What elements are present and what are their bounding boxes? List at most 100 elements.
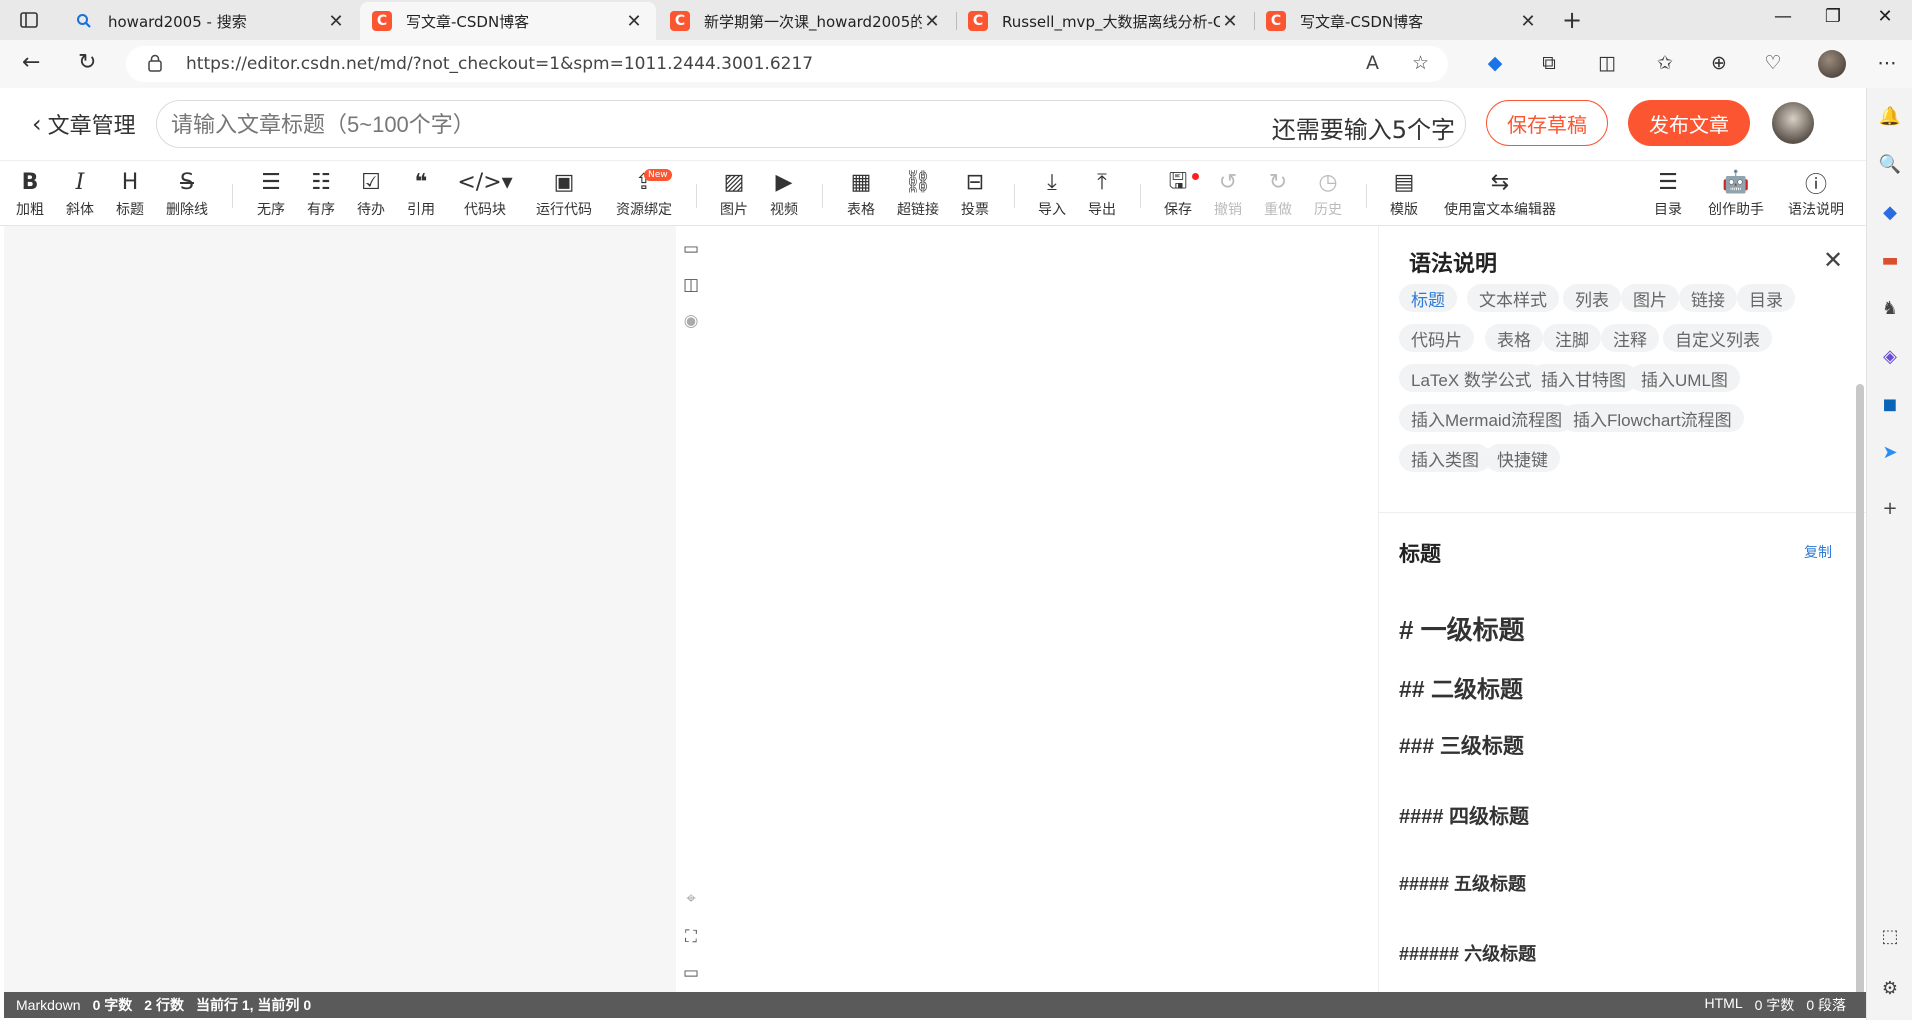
ordered-list-button[interactable]: ☷ 有序 (303, 161, 339, 227)
syntax-tag[interactable]: 插入Mermaid流程图 (1399, 404, 1575, 432)
favorite-star-icon[interactable]: ☆ (1412, 52, 1429, 74)
collections-icon[interactable]: ⊕ (1706, 50, 1732, 76)
creation-assistant-button[interactable]: 🤖 创作助手 (1704, 161, 1768, 227)
editor-only-view-icon[interactable]: ▭ (680, 238, 702, 260)
more-menu-icon[interactable]: ⋯ (1874, 50, 1900, 76)
unordered-list-button[interactable]: ☰ 无序 (253, 161, 289, 227)
vote-button[interactable]: ⊟ 投票 (957, 161, 993, 227)
syntax-tag[interactable]: 列表 (1563, 284, 1621, 312)
tab-close-icon[interactable]: ✕ (326, 11, 346, 32)
markdown-editor[interactable] (4, 226, 676, 992)
search-icon[interactable]: 🔍 (1878, 152, 1902, 176)
syntax-tag[interactable]: 标题 (1399, 284, 1457, 312)
send-icon[interactable]: ➤ (1878, 440, 1902, 464)
redo-button[interactable]: ↻ 重做 (1260, 161, 1296, 227)
syntax-tag[interactable]: 代码片 (1399, 324, 1474, 352)
address-bar[interactable]: https://editor.csdn.net/md/?not_checkout… (126, 46, 1448, 82)
panel-scrollbar[interactable] (1856, 384, 1864, 1008)
screenshot-icon[interactable]: ⬚ (1878, 924, 1902, 948)
publish-button[interactable]: 发布文章 (1628, 100, 1750, 146)
read-aloud-icon[interactable]: A (1366, 52, 1379, 74)
lock-icon[interactable] (148, 54, 162, 72)
import-button[interactable]: ⤓ 导入 (1034, 161, 1070, 227)
quote-button[interactable]: ❝ 引用 (403, 161, 439, 227)
fullscreen-icon[interactable]: ⛶ (680, 926, 702, 948)
syntax-tag[interactable]: 插入UML图 (1629, 364, 1740, 392)
syntax-tag[interactable]: 链接 (1679, 284, 1737, 312)
syntax-tag[interactable]: 插入类图 (1399, 444, 1491, 472)
url-text[interactable]: https://editor.csdn.net/md/?not_checkout… (186, 54, 813, 74)
run-code-button[interactable]: ▣ 运行代码 (532, 161, 596, 227)
syntax-tag[interactable]: 自定义列表 (1663, 324, 1772, 352)
browser-essentials-icon[interactable]: ♡ (1760, 50, 1786, 76)
tab-close-icon[interactable]: ✕ (1518, 11, 1538, 32)
tools-icon[interactable]: ▬ (1878, 248, 1902, 272)
syntax-tag[interactable]: LaTeX 数学公式 (1399, 364, 1544, 392)
syntax-tag[interactable]: 图片 (1621, 284, 1679, 312)
browser-tab-search[interactable]: howard2005 - 搜索 ✕ (62, 2, 358, 40)
italic-button[interactable]: I 斜体 (62, 161, 98, 227)
syntax-tag[interactable]: 插入Flowchart流程图 (1561, 404, 1744, 432)
export-button[interactable]: ⤒ 导出 (1084, 161, 1120, 227)
new-tab-icon[interactable]: + (1562, 6, 1582, 34)
tab-close-icon[interactable]: ✕ (922, 11, 942, 32)
toc-button[interactable]: ☰ 目录 (1650, 161, 1686, 227)
preview-eye-icon[interactable]: ◉ (680, 310, 702, 332)
tab-close-icon[interactable]: ✕ (624, 11, 644, 32)
article-title-input[interactable] (171, 109, 1171, 141)
extensions-icon[interactable]: ⧉ (1536, 50, 1562, 76)
user-avatar[interactable] (1772, 102, 1814, 144)
split-view-icon[interactable]: ◫ (680, 274, 702, 296)
todo-list-button[interactable]: ☑ 待办 (353, 161, 389, 227)
browser-tab-csdn-write[interactable]: C 写文章-CSDN博客 ✕ (360, 2, 656, 40)
syntax-tag[interactable]: 插入甘特图 (1529, 364, 1638, 392)
template-button[interactable]: ▤ 模版 (1386, 161, 1422, 227)
tab-close-icon[interactable]: ✕ (1220, 11, 1240, 32)
minimize-icon[interactable]: — (1760, 6, 1806, 27)
sync-scroll-icon[interactable]: ⌖ (680, 888, 702, 910)
maximize-icon[interactable]: ❐ (1810, 6, 1856, 27)
code-block-button[interactable]: </>▾ 代码块 (457, 161, 512, 227)
syntax-tag[interactable]: 表格 (1485, 324, 1543, 352)
syntax-tag[interactable]: 注脚 (1543, 324, 1601, 352)
browser-profile-avatar[interactable] (1818, 50, 1846, 78)
browser-tab-csdn-russell[interactable]: C Russell_mvp_大数据离线分析-CS ✕ (956, 2, 1252, 40)
video-button[interactable]: ▶ 视频 (766, 161, 802, 227)
strikethrough-button[interactable]: S 删除线 (162, 161, 212, 227)
heading-button[interactable]: H 标题 (112, 161, 148, 227)
add-icon[interactable]: + (1878, 496, 1902, 520)
monitor-icon[interactable]: ▭ (680, 962, 702, 984)
split-screen-icon[interactable]: ◫ (1594, 50, 1620, 76)
hyperlink-button[interactable]: ⛓ 超链接 (893, 161, 943, 227)
copilot-icon[interactable]: ◈ (1878, 344, 1902, 368)
tag-icon[interactable]: ◆ (1878, 200, 1902, 224)
image-button[interactable]: ▨ 图片 (716, 161, 752, 227)
syntax-guide-button[interactable]: ⓘ 语法说明 (1784, 161, 1848, 227)
table-button[interactable]: ▦ 表格 (843, 161, 879, 227)
save-draft-button[interactable]: 保存草稿 (1486, 100, 1608, 146)
bold-button[interactable]: B 加粗 (12, 161, 48, 227)
games-icon[interactable]: ♞ (1878, 296, 1902, 320)
back-arrow-icon[interactable]: ← (22, 50, 40, 75)
undo-button[interactable]: ↺ 撤销 (1210, 161, 1246, 227)
syntax-tag[interactable]: 注释 (1601, 324, 1659, 352)
syntax-tag[interactable]: 快捷键 (1485, 444, 1560, 472)
richtext-editor-button[interactable]: ⇆ 使用富文本编辑器 (1438, 161, 1562, 227)
syntax-tag[interactable]: 目录 (1737, 284, 1795, 312)
article-management-link[interactable]: ‹ 文章管理 (32, 108, 136, 140)
history-button[interactable]: ◷ 历史 (1310, 161, 1346, 227)
outlook-icon[interactable]: ◼ (1878, 392, 1902, 416)
notification-bell-icon[interactable]: 🔔 (1878, 104, 1902, 128)
syntax-tag[interactable]: 文本样式 (1467, 284, 1559, 312)
window-close-icon[interactable]: ✕ (1862, 6, 1908, 27)
save-button[interactable]: 🖫 保存 (1160, 161, 1196, 227)
browser-tab-csdn-course[interactable]: C 新学期第一次课_howard2005的博 ✕ (658, 2, 954, 40)
copy-link[interactable]: 复制 (1804, 542, 1832, 562)
reload-icon[interactable]: ↻ (78, 50, 96, 75)
extension-bookmark-icon[interactable]: ◆ (1482, 50, 1508, 76)
settings-gear-icon[interactable]: ⚙ (1878, 976, 1902, 1000)
browser-tab-csdn-write-2[interactable]: C 写文章-CSDN博客 ✕ (1254, 2, 1550, 40)
favorites-icon[interactable]: ✩ (1652, 50, 1678, 76)
close-icon[interactable]: ✕ (1823, 246, 1843, 274)
tab-actions-icon[interactable] (18, 9, 40, 31)
